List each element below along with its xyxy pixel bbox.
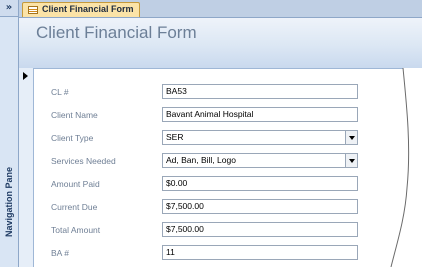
cl-number-field[interactable]: BA53 bbox=[162, 84, 358, 99]
client-type-value: SER bbox=[166, 132, 184, 142]
amount-paid-field[interactable]: $0.00 bbox=[162, 176, 358, 191]
current-record-arrow-icon bbox=[23, 72, 28, 80]
services-needed-value: Ad, Ban, Bill, Logo bbox=[166, 155, 236, 165]
total-amount-label: Total Amount bbox=[51, 225, 101, 235]
client-type-dropdown-button[interactable] bbox=[345, 131, 357, 144]
current-due-label: Current Due bbox=[51, 202, 98, 212]
amount-paid-label: Amount Paid bbox=[51, 179, 100, 189]
services-needed-dropdown-button[interactable] bbox=[345, 154, 357, 167]
ba-number-field[interactable]: 11 bbox=[162, 245, 358, 260]
client-name-label: Client Name bbox=[51, 110, 98, 120]
nav-pane-toggle-button[interactable]: » bbox=[0, 0, 18, 17]
navigation-pane[interactable]: » Navigation Pane bbox=[0, 0, 19, 267]
cl-number-label: CL # bbox=[51, 87, 69, 97]
navigation-pane-label[interactable]: Navigation Pane bbox=[2, 156, 16, 248]
form-title: Client Financial Form bbox=[36, 23, 197, 42]
document-tab-bar: Client Financial Form bbox=[19, 0, 422, 18]
client-name-field[interactable]: Bavant Animal Hospital bbox=[162, 107, 358, 122]
record-selector[interactable] bbox=[19, 68, 34, 267]
services-needed-label: Services Needed bbox=[51, 156, 116, 166]
tab-label: Client Financial Form bbox=[42, 4, 134, 14]
total-amount-field[interactable]: $7,500.00 bbox=[162, 222, 358, 237]
current-due-field[interactable]: $7,500.00 bbox=[162, 199, 358, 214]
ba-number-label: BA # bbox=[51, 248, 69, 258]
form-detail: CL # BA53 Client Name Bavant Animal Hosp… bbox=[34, 69, 422, 267]
form-icon bbox=[28, 6, 38, 14]
tab-client-financial-form[interactable]: Client Financial Form bbox=[22, 2, 140, 17]
services-needed-combo[interactable]: Ad, Ban, Bill, Logo bbox=[162, 153, 358, 168]
form-header: Client Financial Form bbox=[19, 18, 422, 69]
client-type-combo[interactable]: SER bbox=[162, 130, 358, 145]
client-type-label: Client Type bbox=[51, 133, 94, 143]
